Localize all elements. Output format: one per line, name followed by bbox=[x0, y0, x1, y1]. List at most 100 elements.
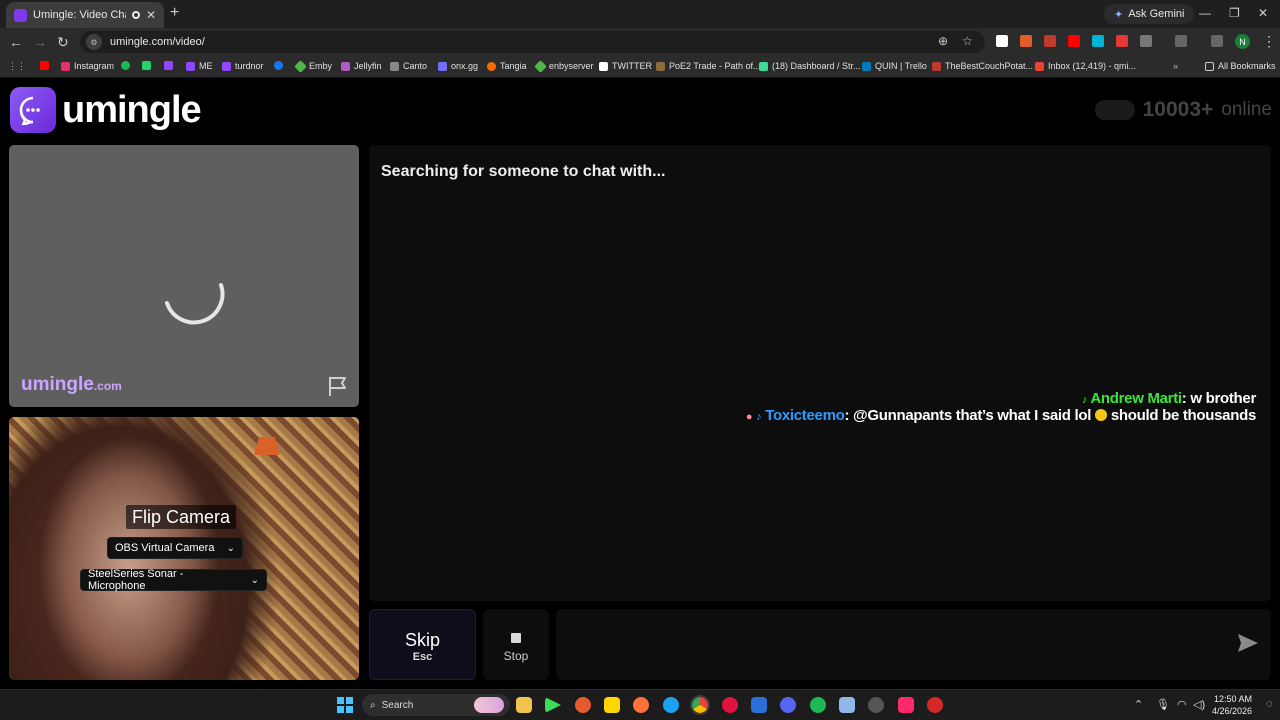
spotify-icon bbox=[121, 61, 130, 70]
emby-icon bbox=[534, 59, 547, 73]
obs-icon[interactable] bbox=[868, 697, 884, 713]
bookmark-8[interactable]: Jellyfin bbox=[341, 61, 382, 71]
microphone-icon[interactable]: 🎙︎ bbox=[1156, 698, 1170, 711]
bookmark-2[interactable] bbox=[142, 61, 151, 70]
discord-icon[interactable] bbox=[780, 697, 796, 713]
flip-camera-button[interactable]: Flip Camera bbox=[126, 505, 237, 529]
bookmark-14[interactable]: PoE2 Trade - Path of... bbox=[656, 61, 761, 71]
bookmark-youtube[interactable] bbox=[40, 61, 49, 70]
bookmark-9[interactable]: Canto bbox=[390, 61, 427, 71]
windows-start-icon[interactable] bbox=[337, 697, 353, 713]
app-icon[interactable] bbox=[927, 697, 943, 713]
extensions-puzzle-icon[interactable] bbox=[1140, 35, 1152, 47]
side-panel-icon[interactable] bbox=[1175, 35, 1187, 47]
back-arrow-icon[interactable]: ← bbox=[9, 34, 23, 50]
message-input[interactable] bbox=[556, 609, 1271, 680]
extension-7tv-icon[interactable] bbox=[1092, 35, 1104, 47]
all-bookmarks-folder[interactable]: All Bookmarks bbox=[1205, 61, 1276, 71]
new-tab-button[interactable]: + bbox=[170, 4, 179, 22]
opera-icon[interactable] bbox=[722, 697, 738, 713]
ask-gemini-button[interactable]: ✦ Ask Gemini bbox=[1104, 4, 1195, 24]
send-icon[interactable] bbox=[1237, 633, 1259, 653]
notifications-icon[interactable]: ◌ bbox=[1266, 698, 1273, 710]
bookmark-label: PoE2 Trade - Path of... bbox=[669, 61, 761, 71]
sticky-notes-icon[interactable] bbox=[604, 697, 620, 713]
umingle-logo[interactable]: umingle bbox=[10, 87, 202, 133]
bookmark-12[interactable]: enbyserver bbox=[534, 59, 594, 73]
bookmark-4[interactable]: ME bbox=[186, 61, 213, 71]
edge-icon[interactable] bbox=[663, 697, 679, 713]
restore-icon[interactable]: ❐ bbox=[1229, 6, 1240, 20]
extension-k-icon[interactable] bbox=[996, 35, 1008, 47]
bookmark-5[interactable]: turdnor bbox=[222, 61, 264, 71]
chat-text-tail: should be thousands bbox=[1106, 407, 1256, 424]
app-icon[interactable] bbox=[575, 697, 591, 713]
bookmark-16[interactable]: QUIN | Trello bbox=[862, 61, 927, 71]
zoom-icon[interactable]: ⊕ bbox=[938, 34, 948, 48]
taskbar-clock[interactable]: 12:50 AM 4/26/2026 bbox=[1212, 693, 1252, 717]
reload-icon[interactable]: ↻ bbox=[57, 34, 69, 51]
app-icon[interactable] bbox=[751, 697, 767, 713]
trello-icon bbox=[862, 61, 871, 71]
bookmark-label: Instagram bbox=[74, 61, 115, 71]
minimize-icon[interactable]: — bbox=[1199, 6, 1211, 20]
clock-time: 12:50 AM bbox=[1213, 694, 1252, 704]
bookmark-3[interactable] bbox=[164, 61, 173, 70]
bookmark-17[interactable]: TheBestCouchPotat... bbox=[932, 61, 1033, 71]
bookmark-10[interactable]: onx.gg bbox=[438, 61, 478, 71]
volume-icon[interactable]: ◁) bbox=[1193, 698, 1205, 711]
apps-grid-icon[interactable]: ⋮⋮ bbox=[8, 61, 26, 72]
camera-select[interactable]: OBS Virtual Camera ⌄ bbox=[107, 537, 243, 559]
tab-close-icon[interactable]: ✕ bbox=[146, 8, 156, 22]
chat-username: Toxicteemo bbox=[765, 407, 845, 424]
stop-button[interactable]: Stop bbox=[483, 609, 549, 680]
instagram-icon bbox=[61, 61, 70, 71]
status-text: Searching for someone to chat with... bbox=[381, 163, 666, 180]
chat-app-icon bbox=[142, 61, 151, 70]
browser-toolbar: ← → ↻ ⚙ umingle.com/video/ ⊕ ☆ N ⋮ bbox=[0, 28, 1280, 56]
tiktok-live-icon[interactable] bbox=[898, 697, 914, 713]
more-bookmarks-chevron-icon[interactable]: » bbox=[1173, 61, 1178, 71]
extension-red-icon[interactable] bbox=[1044, 35, 1056, 47]
browser-tab-active[interactable]: Umingle: Video Chat with S ✕ bbox=[6, 2, 164, 28]
browser-menu-icon[interactable]: ⋮ bbox=[1262, 33, 1276, 50]
extension-fox-icon[interactable] bbox=[1020, 35, 1032, 47]
bookmark-0[interactable]: Instagram bbox=[61, 61, 114, 71]
skip-label: Skip bbox=[404, 630, 440, 650]
forward-arrow-icon[interactable]: → bbox=[33, 34, 47, 50]
bookmark-6[interactable] bbox=[274, 61, 283, 70]
chrome-icon[interactable] bbox=[690, 695, 710, 715]
close-window-icon[interactable]: ✕ bbox=[1258, 6, 1268, 20]
file-explorer-icon[interactable] bbox=[516, 697, 532, 713]
bookmark-star-icon[interactable]: ☆ bbox=[962, 34, 973, 48]
skip-button[interactable]: Skip Esc bbox=[369, 609, 476, 680]
spotify-icon[interactable] bbox=[810, 697, 826, 713]
play-app-icon[interactable] bbox=[545, 697, 561, 713]
tab-search-icon[interactable] bbox=[1211, 35, 1223, 47]
wifi-icon[interactable]: ◠ bbox=[1177, 698, 1187, 711]
bookmark-7[interactable]: Emby bbox=[294, 59, 332, 73]
bookmark-15[interactable]: (18) Dashboard / Str... bbox=[759, 61, 861, 71]
tray-overflow-chevron-icon[interactable]: ⌃ bbox=[1134, 698, 1143, 711]
bookmark-1[interactable] bbox=[121, 61, 130, 70]
bookmark-11[interactable]: Tangia bbox=[487, 61, 527, 71]
extension-youtube-icon[interactable] bbox=[1068, 35, 1080, 47]
bookmark-13[interactable]: TWITTER bbox=[599, 61, 652, 71]
microphone-select[interactable]: SteelSeries Sonar - Microphone ⌄ bbox=[80, 568, 267, 592]
notepad-icon[interactable] bbox=[839, 697, 855, 713]
report-flag-icon[interactable] bbox=[327, 375, 349, 397]
extension-blocker-icon[interactable] bbox=[1116, 35, 1128, 47]
firefox-icon[interactable] bbox=[633, 697, 649, 713]
address-bar[interactable]: ⚙ umingle.com/video/ ⊕ ☆ bbox=[80, 31, 985, 53]
site-info-icon[interactable]: ⚙ bbox=[86, 34, 102, 50]
gmail-icon bbox=[1035, 61, 1044, 71]
local-video-panel: Flip Camera OBS Virtual Camera ⌄ SteelSer… bbox=[9, 417, 359, 680]
bookmark-18[interactable]: Inbox (12,419) - qmi... bbox=[1035, 61, 1136, 71]
search-highlight-icon bbox=[474, 697, 504, 713]
laughing-emoji-icon bbox=[1094, 409, 1107, 421]
chat-message: ♪ Andrew Marti: w brother bbox=[1082, 390, 1256, 407]
profile-avatar[interactable]: N bbox=[1235, 34, 1250, 49]
online-toggle[interactable] bbox=[1094, 100, 1135, 120]
taskbar-search[interactable]: ⌕ Search bbox=[362, 694, 510, 716]
remote-watermark: umingle.com bbox=[21, 374, 122, 396]
